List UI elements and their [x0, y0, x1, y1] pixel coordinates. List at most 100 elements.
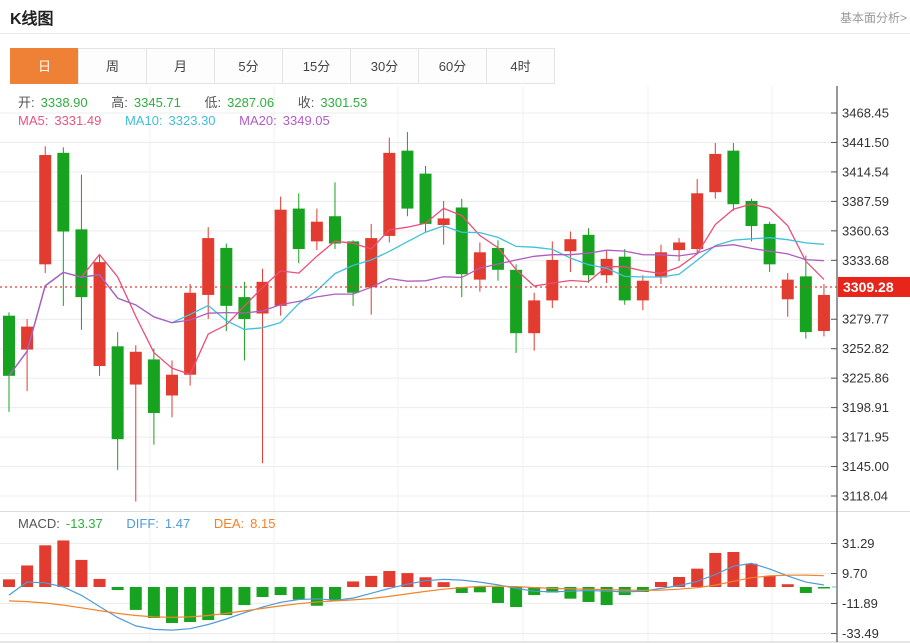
macd-bar	[383, 571, 395, 587]
macd-label: MACD:	[18, 516, 60, 531]
macd-value: -13.37	[66, 516, 103, 531]
candle-body	[94, 262, 106, 366]
candle-body	[39, 155, 51, 264]
candle-body	[57, 153, 69, 232]
macd-bar	[39, 545, 51, 587]
candle-body	[238, 297, 250, 319]
candle-body	[709, 154, 721, 192]
macd-bar	[130, 587, 142, 610]
macd-bar	[94, 579, 106, 587]
candle-body	[782, 280, 794, 300]
high-value: 3345.71	[134, 95, 181, 110]
axis-tick-label: 3198.91	[842, 400, 889, 415]
candle-body	[564, 239, 576, 251]
axis-tick-label: 3468.45	[842, 106, 889, 121]
axis-tick-label: 3279.77	[842, 312, 889, 327]
macd-bar	[492, 587, 504, 603]
candle-body	[546, 260, 558, 300]
macd-bar	[293, 587, 305, 600]
macd-bar	[709, 553, 721, 587]
ma5-label: MA5:	[18, 113, 48, 128]
macd-bar	[3, 579, 15, 587]
macd-bar	[474, 587, 486, 592]
macd-bar	[75, 560, 87, 587]
candle-body	[401, 151, 413, 209]
macd-bar	[438, 582, 450, 587]
macd-bar	[365, 576, 377, 587]
macd-bar	[782, 584, 794, 587]
tab-4时[interactable]: 4时	[486, 48, 555, 84]
dea-label: DEA:	[214, 516, 244, 531]
macd-bar	[746, 564, 758, 587]
candle-body	[637, 281, 649, 301]
candle-body	[383, 153, 395, 236]
tab-15分[interactable]: 15分	[282, 48, 351, 84]
macd-bar	[655, 582, 667, 587]
axis-tick-label: 31.29	[842, 536, 875, 551]
candle-body	[311, 222, 323, 242]
current-price-badge-label: 3309.28	[843, 279, 894, 295]
candle-body	[492, 248, 504, 270]
macd-bar	[257, 587, 269, 597]
ohlc-legend: 开:3338.90 高:3345.71 低:3287.06 收:3301.53	[18, 92, 373, 111]
high-label: 高:	[111, 95, 128, 110]
open-label: 开:	[18, 95, 35, 110]
candle-body	[329, 216, 341, 243]
tab-周[interactable]: 周	[78, 48, 147, 84]
low-label: 低:	[205, 95, 222, 110]
macd-bar	[764, 576, 776, 587]
candle-body	[583, 235, 595, 275]
tab-月[interactable]: 月	[146, 48, 215, 84]
candle-body	[3, 316, 15, 376]
axis-tick-label: 9.70	[842, 566, 867, 581]
diff-value: 1.47	[165, 516, 190, 531]
axis-tick-label: 3225.86	[842, 371, 889, 386]
candle-body	[130, 352, 142, 385]
axis-tick-label: 3171.95	[842, 430, 889, 445]
candle-body	[764, 224, 776, 264]
macd-bar	[148, 587, 160, 618]
close-value: 3301.53	[320, 95, 367, 110]
macd-bar	[329, 587, 341, 600]
kline-page: { "page": { "title": "K线图", "link": "基本面…	[0, 0, 910, 643]
axis-tick-label: 3118.04	[842, 489, 888, 504]
candle-body	[727, 151, 739, 205]
tab-5分[interactable]: 5分	[214, 48, 283, 84]
ma5-value: 3331.49	[54, 113, 101, 128]
tab-60分[interactable]: 60分	[418, 48, 487, 84]
period-tabs: 日周月5分15分30分60分4时	[10, 48, 555, 84]
candle-body	[184, 293, 196, 375]
macd-bar	[691, 569, 703, 587]
ma-legend: MA5:3331.49 MA10:3323.30 MA20:3349.05	[18, 113, 336, 128]
candle-body	[510, 270, 522, 333]
candle-body	[619, 257, 631, 301]
open-value: 3338.90	[41, 95, 88, 110]
ma10-value: 3323.30	[169, 113, 216, 128]
macd-bar	[800, 587, 812, 593]
candle-body	[148, 359, 160, 413]
tab-30分[interactable]: 30分	[350, 48, 419, 84]
axis-tick-label: 3387.59	[842, 194, 889, 209]
candle-body	[818, 295, 830, 331]
axis-tick-label: -33.49	[842, 626, 879, 641]
macd-bar	[21, 565, 33, 587]
macd-bar	[220, 587, 232, 615]
candle-body	[673, 242, 685, 250]
macd-bar	[238, 587, 250, 605]
candle-body	[528, 300, 540, 333]
candle-body	[275, 210, 287, 306]
macd-bar	[275, 587, 287, 595]
ma20-label: MA20:	[239, 113, 277, 128]
candle-body	[112, 346, 124, 439]
tab-日[interactable]: 日	[10, 48, 79, 84]
dea-value: 8.15	[250, 516, 275, 531]
axis-tick-label: 3414.54	[842, 164, 889, 179]
macd-bar	[818, 587, 830, 589]
candle-body	[220, 248, 232, 306]
axis-tick-label: 3145.00	[842, 459, 889, 474]
ma10-label: MA10:	[125, 113, 163, 128]
candle-body	[202, 238, 214, 295]
candle-body	[166, 375, 178, 396]
axis-tick-label: 3360.63	[842, 223, 889, 238]
candle-body	[420, 174, 432, 224]
